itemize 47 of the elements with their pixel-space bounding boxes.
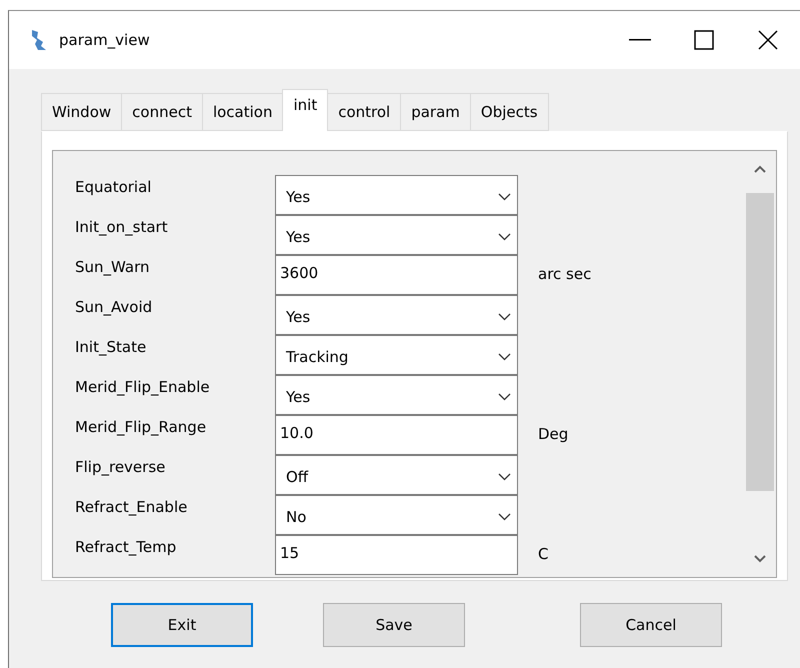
tab[interactable]: control — [327, 93, 402, 131]
scroll-down-icon[interactable] — [754, 555, 766, 563]
dropdown[interactable]: Yes — [275, 215, 518, 255]
param-label: Init_State — [75, 337, 148, 356]
scroll-thumb[interactable] — [746, 193, 774, 491]
dropdown[interactable]: Yes — [275, 295, 518, 335]
dialog-button[interactable]: Save — [323, 603, 465, 647]
input-field[interactable]: 10.0 — [275, 415, 518, 455]
param-label: Sun_Avoid — [75, 297, 154, 316]
chevron-down-icon — [498, 353, 511, 361]
scroll-up-icon[interactable] — [754, 165, 766, 173]
param-label: Merid_Flip_Enable — [75, 377, 211, 396]
param-label: Sun_Warn — [75, 257, 151, 276]
dialog-button[interactable]: Cancel — [580, 603, 722, 647]
dropdown[interactable]: Off — [275, 455, 518, 495]
chevron-down-icon — [498, 513, 511, 521]
param-label: Merid_Flip_Range — [75, 417, 208, 436]
chevron-down-icon — [498, 233, 511, 241]
dropdown[interactable]: Tracking — [275, 335, 518, 375]
dropdown[interactable]: Yes — [275, 375, 518, 415]
maximize-icon — [694, 30, 714, 50]
chevron-down-icon — [498, 193, 511, 201]
unit-label: C — [537, 544, 550, 563]
unit-label: Deg — [537, 424, 570, 443]
tab[interactable]: location — [202, 93, 284, 131]
tab[interactable]: param — [400, 93, 471, 131]
dropdown[interactable]: Yes — [275, 175, 518, 215]
unit-label: arc sec — [537, 264, 592, 283]
tab[interactable]: Window — [41, 93, 122, 131]
input-field[interactable]: 15 — [275, 535, 518, 575]
param-label: Equatorial — [75, 177, 152, 196]
param-label: Init_on_start — [75, 217, 169, 236]
param-label: Refract_Enable — [75, 497, 188, 516]
tab[interactable]: init — [282, 89, 328, 131]
close-icon — [758, 30, 778, 50]
minimize-icon — [629, 39, 651, 41]
input-field[interactable]: 3600 — [275, 255, 518, 295]
chevron-down-icon — [498, 473, 511, 481]
tab[interactable]: connect — [121, 93, 203, 131]
param-label: Flip_reverse — [75, 457, 166, 476]
window-title: param_view — [59, 31, 151, 49]
param-label: Refract_Temp — [75, 537, 178, 556]
dropdown[interactable]: No — [275, 495, 518, 535]
chevron-down-icon — [498, 313, 511, 321]
dialog-button[interactable]: Exit — [111, 603, 253, 647]
chevron-down-icon — [498, 393, 511, 401]
tab[interactable]: Objects — [470, 93, 549, 131]
